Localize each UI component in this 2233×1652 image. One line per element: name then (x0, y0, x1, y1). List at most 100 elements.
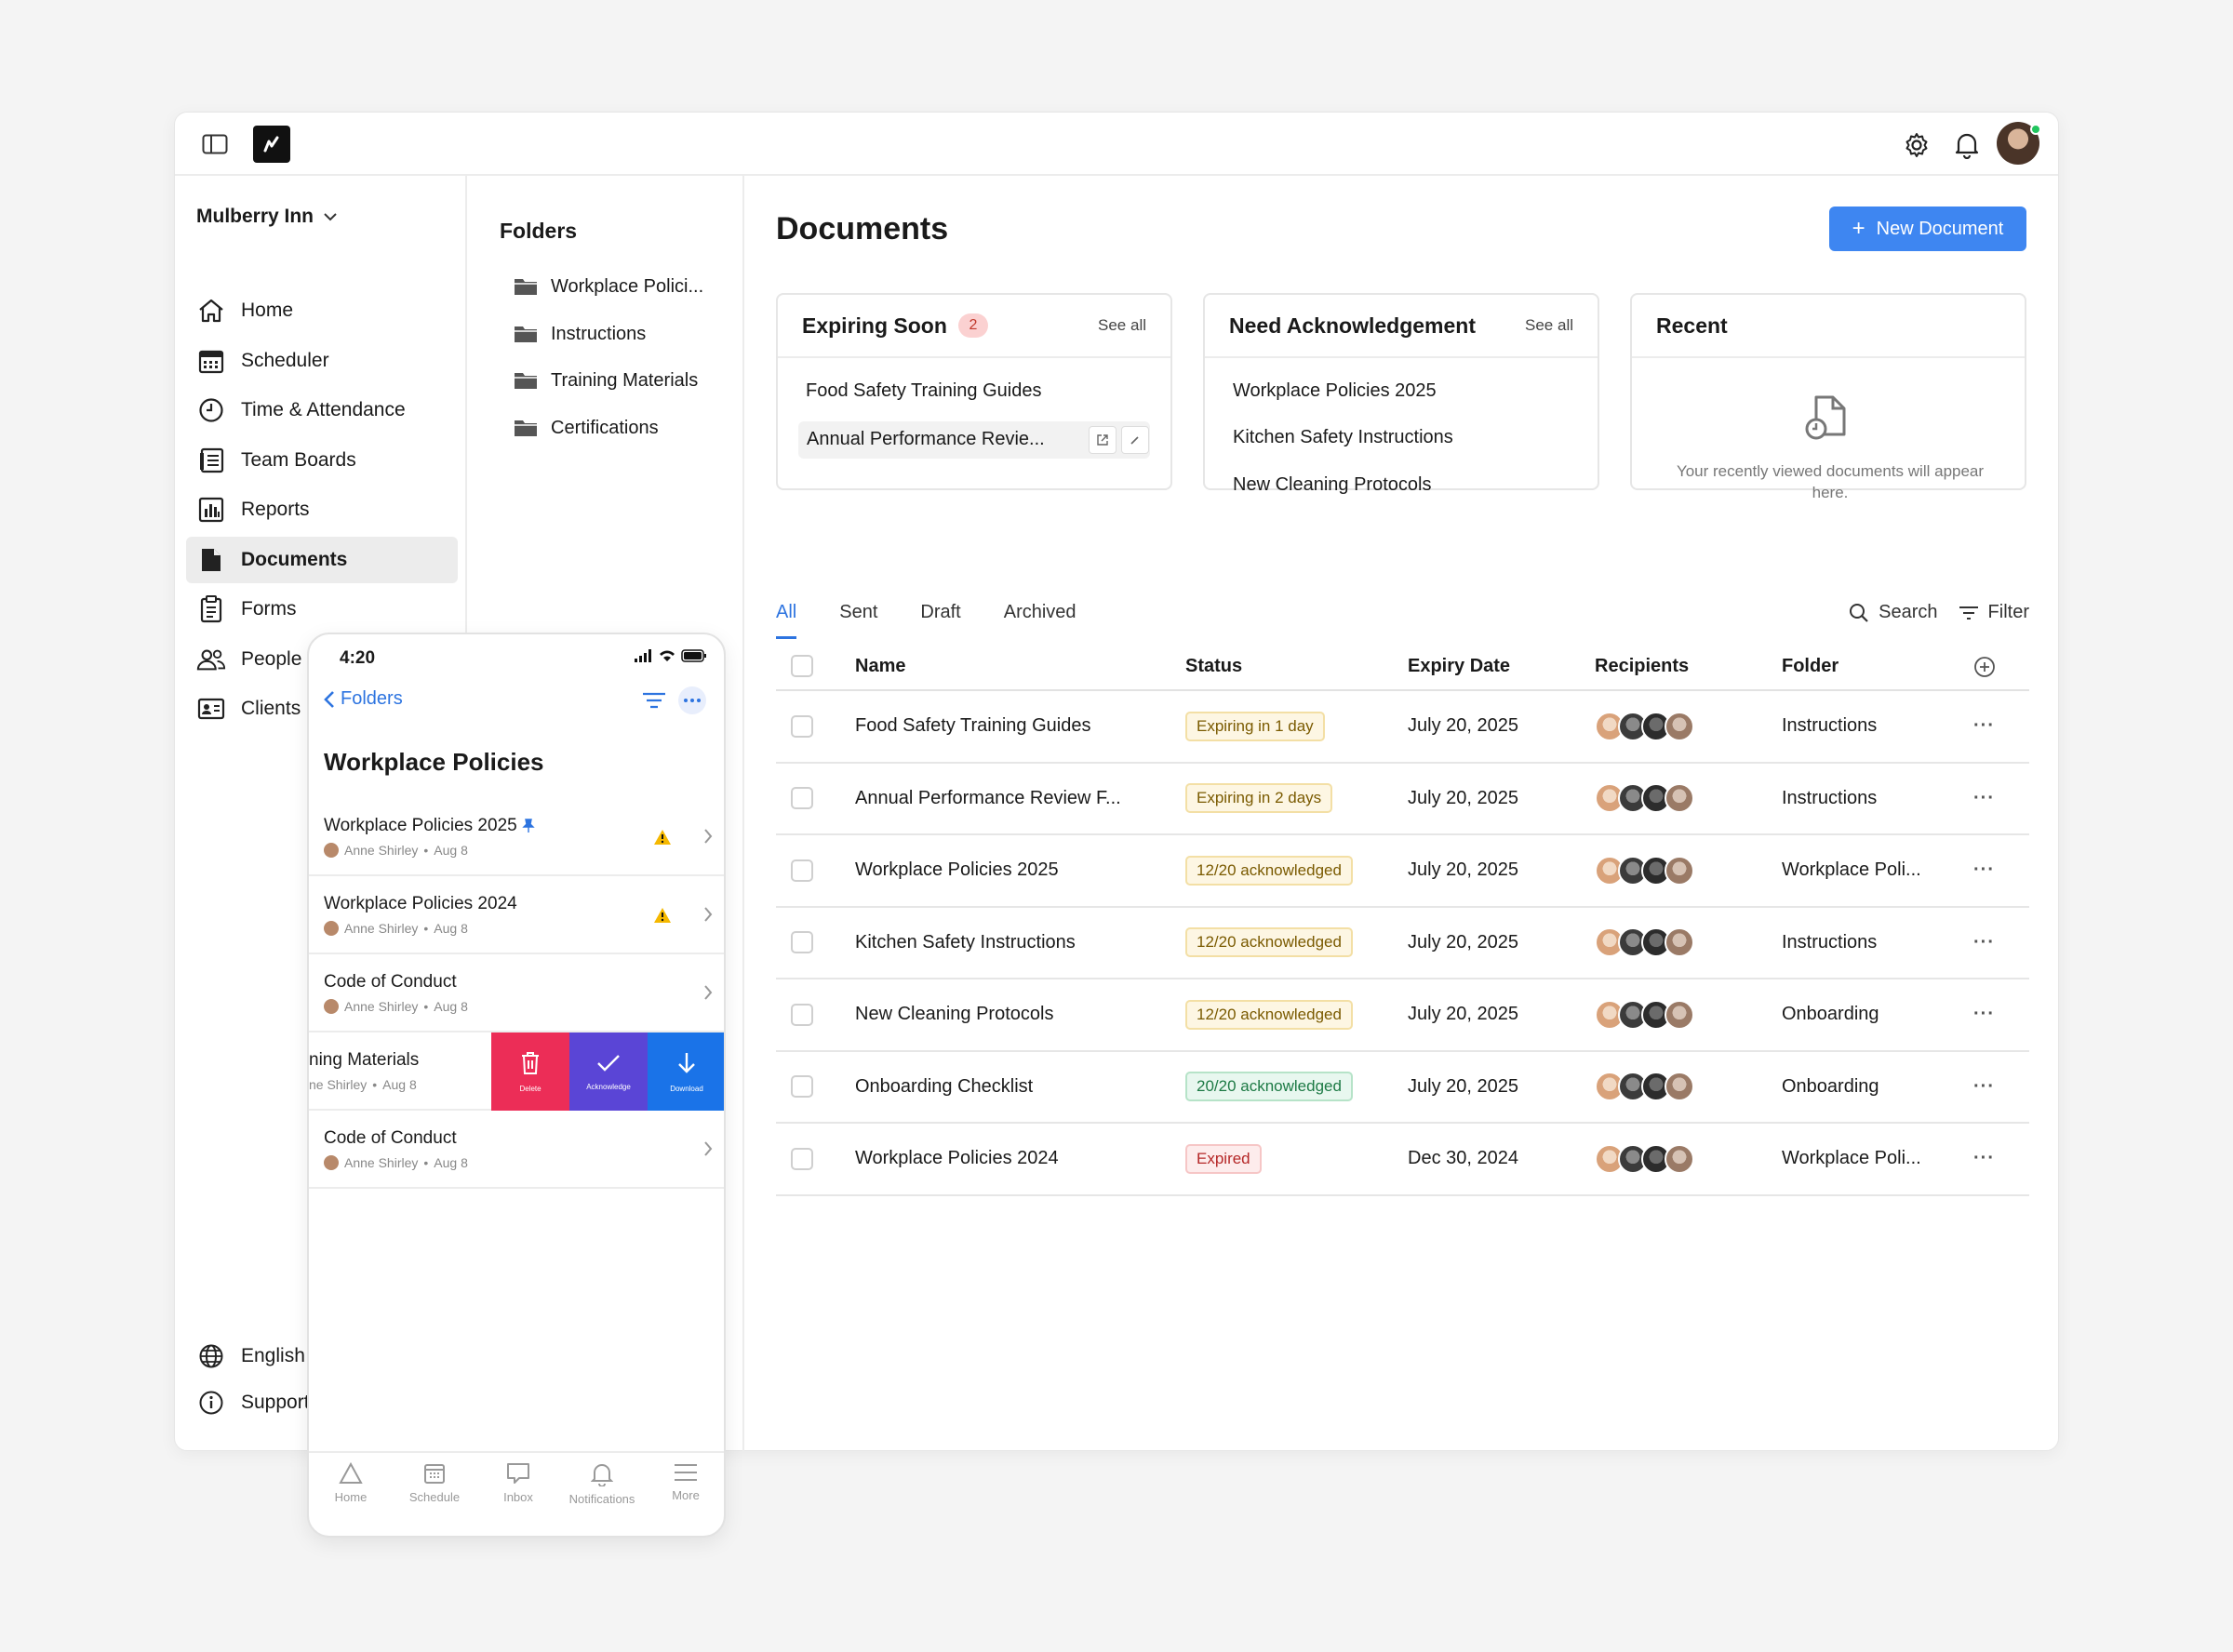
document-name[interactable]: Food Safety Training Guides (855, 715, 1090, 737)
signal-icon (635, 649, 651, 662)
sidebar-item-documents[interactable]: Documents (186, 536, 458, 583)
row-checkbox[interactable] (791, 787, 813, 810)
folder-item[interactable]: Certifications (514, 412, 659, 444)
row-checkbox[interactable] (791, 1075, 813, 1099)
document-name[interactable]: Annual Performance Review F... (855, 788, 1121, 809)
table-row[interactable]: New Cleaning Protocols 12/20 acknowledged… (776, 979, 2029, 1052)
card-document-link[interactable]: Workplace Policies 2025 (1233, 380, 1437, 402)
tab-all[interactable]: All (776, 602, 797, 639)
document-name[interactable]: Kitchen Safety Instructions (855, 932, 1076, 953)
phone-tab-notifications[interactable]: Notifications (565, 1462, 639, 1536)
column-header-status[interactable]: Status (1185, 656, 1242, 677)
tab-archived[interactable]: Archived (1004, 602, 1076, 639)
chevron-right-icon (704, 985, 713, 1000)
search-button[interactable]: Search (1849, 602, 1938, 623)
recipients-avatars[interactable] (1595, 999, 1694, 1030)
table-row[interactable]: Workplace Policies 2025 12/20 acknowledge… (776, 835, 2029, 908)
open-external-icon[interactable] (1089, 426, 1116, 454)
document-name[interactable]: Workplace Policies 2025 (855, 859, 1059, 881)
phone-list-item[interactable]: Code of Conduct Anne Shirley • Aug 8 (309, 1111, 724, 1189)
recipients-avatars[interactable] (1595, 855, 1694, 886)
folder-item[interactable]: Instructions (514, 318, 646, 350)
search-label: Search (1879, 602, 1938, 622)
org-switcher[interactable]: Mulberry Inn (196, 206, 338, 228)
row-checkbox[interactable] (791, 1003, 813, 1026)
add-column-icon[interactable] (1973, 656, 1996, 678)
phone-filter-icon[interactable] (642, 691, 666, 710)
column-header-name[interactable]: Name (855, 656, 905, 677)
table-row[interactable]: Food Safety Training Guides Expiring in 1… (776, 691, 2029, 764)
document-name[interactable]: New Cleaning Protocols (855, 1004, 1053, 1025)
row-more-options-icon[interactable]: ··· (1973, 932, 1995, 953)
recipients-avatars[interactable] (1595, 927, 1694, 958)
sidebar-item-team-boards[interactable]: Team Boards (186, 437, 458, 484)
row-checkbox[interactable] (791, 859, 813, 882)
folder-item[interactable]: Workplace Polici... (514, 271, 703, 302)
row-more-options-icon[interactable]: ··· (1973, 715, 1995, 737)
swipe-acknowledge-button[interactable]: Acknowledge (569, 1032, 648, 1111)
phone-tab-more[interactable]: More (649, 1462, 723, 1536)
tab-draft[interactable]: Draft (920, 602, 960, 639)
user-avatar[interactable] (1997, 122, 2041, 165)
wifi-icon (660, 650, 675, 661)
swipe-delete-button[interactable]: Delete (491, 1032, 569, 1111)
see-all-link[interactable]: See all (1525, 316, 1573, 335)
card-document-link[interactable]: New Cleaning Protocols (1233, 474, 1431, 496)
phone-tab-home[interactable]: Home (314, 1462, 388, 1536)
sidebar-toggle-icon[interactable] (201, 131, 229, 157)
row-more-options-icon[interactable]: ··· (1973, 859, 1995, 881)
sidebar-item-time-attendance[interactable]: Time & Attendance (186, 387, 458, 433)
column-header-folder[interactable]: Folder (1782, 656, 1839, 677)
people-icon (196, 645, 226, 674)
phone-list-item-swiped[interactable]: ning Materials ne Shirley • Aug 8 Delete… (309, 1032, 724, 1111)
recipients-avatars[interactable] (1595, 711, 1694, 741)
select-all-checkbox[interactable] (791, 655, 813, 677)
document-name[interactable]: Workplace Policies 2024 (855, 1148, 1059, 1169)
phone-list-item[interactable]: Workplace Policies 2024 Anne Shirley • A… (309, 876, 724, 954)
row-checkbox[interactable] (791, 1147, 813, 1170)
document-name[interactable]: Onboarding Checklist (855, 1076, 1033, 1098)
notifications-bell-icon[interactable] (1951, 129, 1983, 161)
row-more-options-icon[interactable]: ··· (1973, 1076, 1995, 1098)
swipe-download-button[interactable]: Download (648, 1032, 724, 1111)
card-document-link[interactable]: Kitchen Safety Instructions (1233, 427, 1453, 448)
phone-more-icon[interactable] (678, 686, 706, 714)
app-logo-icon[interactable] (253, 126, 290, 163)
recipients-avatars[interactable] (1595, 1143, 1694, 1174)
see-all-link[interactable]: See all (1098, 316, 1146, 335)
phone-tab-schedule[interactable]: Schedule (397, 1462, 472, 1536)
new-document-button[interactable]: + New Document (1829, 206, 2026, 251)
table-row[interactable]: Workplace Policies 2024 Expired Dec 30, 20… (776, 1124, 2029, 1196)
sidebar-item-reports[interactable]: Reports (186, 486, 458, 533)
folder-item[interactable]: Training Materials (514, 365, 698, 396)
card-document-link[interactable]: Annual Performance Revie... (807, 429, 1045, 450)
table-row[interactable]: Kitchen Safety Instructions 12/20 acknowl… (776, 908, 2029, 979)
sidebar-item-home[interactable]: Home (186, 287, 458, 334)
phone-item-title: Workplace Policies 2024 (324, 894, 517, 913)
settings-gear-icon[interactable] (1901, 129, 1932, 161)
filter-button[interactable]: Filter (1959, 602, 2029, 623)
table-row[interactable]: Onboarding Checklist 20/20 acknowledged Ju… (776, 1052, 2029, 1124)
edit-pencil-icon[interactable] (1121, 426, 1149, 454)
phone-list-item[interactable]: Code of Conduct Anne Shirley • Aug 8 (309, 954, 724, 1032)
row-checkbox[interactable] (791, 714, 813, 738)
phone-list-item[interactable]: Workplace Policies 2025 Anne Shirley • A… (309, 798, 724, 876)
phone-tab-inbox[interactable]: Inbox (481, 1462, 555, 1536)
recipients-avatars[interactable] (1595, 783, 1694, 814)
column-header-recipients[interactable]: Recipients (1595, 656, 1689, 677)
chevron-right-icon (704, 1141, 713, 1156)
row-checkbox[interactable] (791, 931, 813, 954)
table-row[interactable]: Annual Performance Review F... Expiring i… (776, 764, 2029, 835)
sidebar-item-forms[interactable]: Forms (186, 586, 458, 633)
column-header-expiry-date[interactable]: Expiry Date (1408, 656, 1510, 677)
card-document-row-hover[interactable]: Annual Performance Revie... (798, 421, 1150, 459)
back-to-folders-link[interactable]: Folders (324, 688, 403, 710)
row-more-options-icon[interactable]: ··· (1973, 1148, 1995, 1169)
folder-name: Onboarding (1782, 1004, 1879, 1025)
card-document-link[interactable]: Food Safety Training Guides (806, 380, 1041, 402)
tab-sent[interactable]: Sent (839, 602, 877, 639)
recipients-avatars[interactable] (1595, 1072, 1694, 1102)
sidebar-item-scheduler[interactable]: Scheduler (186, 338, 458, 384)
row-more-options-icon[interactable]: ··· (1973, 788, 1995, 809)
row-more-options-icon[interactable]: ··· (1973, 1004, 1995, 1025)
